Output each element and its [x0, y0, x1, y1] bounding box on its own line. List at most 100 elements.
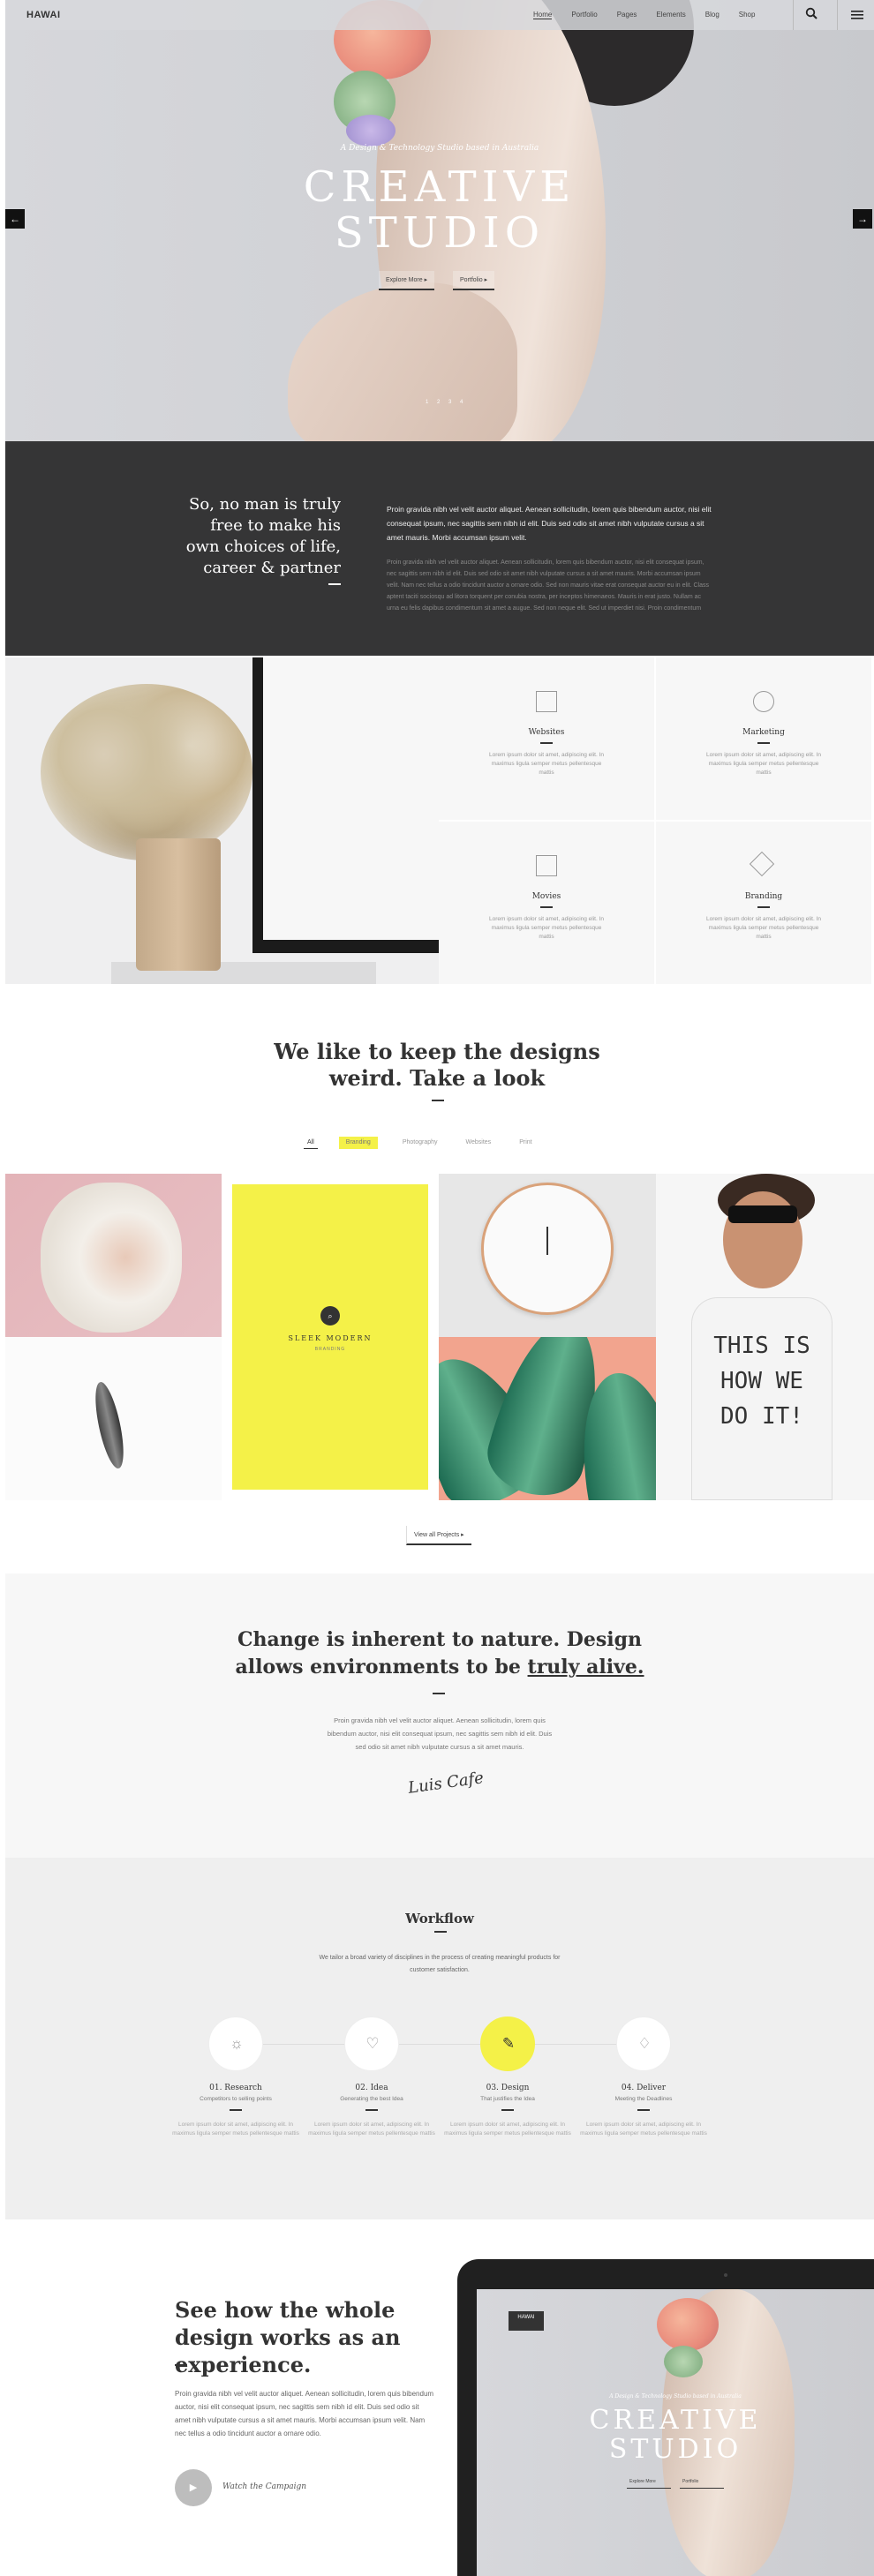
service-underline [757, 742, 770, 744]
quote-text: Proin gravida nibh vel velit auctor aliq… [327, 1716, 553, 1751]
intro-paragraph: Proin gravida nibh vel velit auctor aliq… [387, 505, 712, 542]
featured-title: SLEEK MODERN [288, 1334, 373, 1342]
service-description: Lorem ipsum dolor sit amet, adipiscing e… [488, 916, 605, 940]
hero-slider: A Design & Technology Studio based in Au… [5, 0, 874, 441]
screen-flower [657, 2298, 719, 2351]
workflow-subtitle: We tailor a broad variety of disciplines… [319, 1955, 561, 1973]
dried-flowers [41, 684, 252, 860]
nav-item-pages[interactable]: Pages [617, 11, 637, 19]
dried-flowers-photo [5, 657, 439, 984]
websites-icon [536, 691, 557, 712]
nav-item-home[interactable]: Home [533, 11, 553, 19]
filter-photography[interactable]: Photography [399, 1137, 441, 1149]
step-circle: ♢ [616, 2016, 671, 2071]
service-description: Lorem ipsum dolor sit amet, adipiscing e… [705, 916, 822, 940]
intro-heading: So, no man is truly free to make his own… [185, 495, 341, 577]
filter-branding[interactable]: Branding [338, 1137, 378, 1149]
service-title: Movies [531, 892, 561, 901]
title-underline [432, 1100, 444, 1101]
slider-dots[interactable]: 1 2 3 4 [426, 400, 466, 405]
workflow-connector-line [261, 2044, 632, 2045]
service-description: Lorem ipsum dolor sit amet, adipiscing e… [488, 752, 605, 776]
filter-all[interactable]: All [304, 1137, 318, 1149]
search-icon[interactable] [805, 7, 817, 24]
service-underline [540, 742, 553, 744]
step-description: Lorem ipsum dolor sit amet, adipiscing e… [308, 2122, 435, 2137]
quote-underline [433, 1693, 445, 1694]
heading-underline [328, 583, 341, 585]
nav-divider [837, 0, 838, 30]
portfolio-item-blonde[interactable] [5, 1174, 222, 1337]
nav-item-shop[interactable]: Shop [739, 11, 756, 19]
portfolio-title-line2: weird. Take a look [328, 1065, 546, 1091]
workflow-title: Workflow [405, 1911, 474, 1926]
picture-frame-inner [263, 657, 439, 940]
step-subtitle: Meeting the Deadlines [614, 2096, 673, 2102]
step-subtitle: Competitors to selling points [200, 2096, 272, 2102]
prev-slide-arrow-icon[interactable]: ← [5, 209, 25, 229]
play-button[interactable]: ▶ [175, 2469, 212, 2506]
service-underline [540, 906, 553, 908]
portfolio-item-leaves[interactable] [439, 1337, 656, 1500]
screen-explore-button: Explore More [627, 2476, 671, 2489]
sun-icon: ☼ [230, 2035, 244, 2052]
service-movies[interactable]: Movies Lorem ipsum dolor sit amet, adipi… [439, 822, 654, 984]
vase [136, 838, 221, 971]
screen-subtitle: A Design & Technology Studio based in Au… [609, 2393, 742, 2400]
sunglasses [728, 1205, 797, 1223]
step-title: 01. Research [209, 2084, 262, 2092]
screen-title-line2: STUDIO [608, 2434, 742, 2465]
view-all-projects-button[interactable]: View all Projects ▸ [406, 1526, 471, 1545]
hero-subtitle: A Design & Technology Studio based in Au… [340, 144, 539, 153]
nav-item-portfolio[interactable]: Portfolio [571, 11, 597, 19]
step-underline [637, 2109, 650, 2111]
filter-websites[interactable]: Websites [463, 1137, 495, 1149]
service-marketing[interactable]: Marketing Lorem ipsum dolor sit amet, ad… [656, 657, 871, 820]
intro-section: So, no man is truly free to make his own… [5, 441, 874, 656]
screen-flower [664, 2346, 703, 2377]
lightbulb-icon: ♡ [365, 2035, 380, 2052]
portfolio-item-feather[interactable] [5, 1337, 222, 1500]
hero-model-arm [288, 282, 517, 441]
step-circle-active: ✎ [480, 2016, 535, 2071]
next-slide-arrow-icon[interactable]: → [853, 209, 872, 229]
step-underline [230, 2109, 242, 2111]
quote-emphasis: truly alive. [527, 1656, 644, 1679]
screen-title: CREATIVE STUDIO [477, 2406, 874, 2464]
pencil-icon: ✎ [501, 2035, 516, 2052]
portfolio-item-clock[interactable] [439, 1174, 656, 1337]
quote-section: Change is inherent to nature. Design all… [5, 1573, 874, 1858]
portfolio-title-line1: We like to keep the designs [274, 1039, 600, 1064]
step-subtitle: That justifies the Idea [480, 2096, 535, 2102]
chat-bubble-icon [753, 691, 774, 712]
quote-title: Change is inherent to nature. Design all… [5, 1626, 874, 1681]
service-branding[interactable]: Branding Lorem ipsum dolor sit amet, adi… [656, 822, 871, 984]
signature: Luis Cafe [406, 1769, 486, 1798]
laptop-camera [724, 2273, 727, 2277]
portfolio-item-featured[interactable]: ⌕ SLEEK MODERN BRANDING [222, 1174, 439, 1500]
hamburger-menu-icon[interactable] [851, 9, 863, 25]
watch-campaign-link[interactable]: Watch the Campaign [222, 2482, 306, 2491]
portfolio-item-girl[interactable]: THIS IS HOW WE DO IT! [656, 1174, 874, 1500]
top-navigation: HAWAI Home Portfolio Pages Elements Blog… [5, 0, 874, 30]
magnifier-icon[interactable]: ⌕ [320, 1306, 340, 1326]
service-title: Branding [744, 892, 783, 901]
step-title: 04. Deliver [621, 2084, 667, 2092]
film-icon [536, 855, 557, 876]
nav-item-blog[interactable]: Blog [705, 11, 720, 19]
quote-line2: allows environments to be truly alive. [5, 1654, 874, 1681]
logo[interactable]: HAWAI [26, 10, 61, 20]
feather-image [89, 1379, 130, 1471]
service-title: Websites [528, 728, 565, 737]
filter-print[interactable]: Print [516, 1137, 535, 1149]
step-description: Lorem ipsum dolor sit amet, adipiscing e… [444, 2122, 571, 2137]
service-websites[interactable]: Websites Lorem ipsum dolor sit amet, adi… [439, 657, 654, 820]
featured-category: BRANDING [314, 1347, 346, 1352]
experience-underline [175, 2364, 187, 2366]
nav-item-elements[interactable]: Elements [656, 11, 685, 19]
explore-more-button[interactable]: Explore More ▸ [379, 271, 435, 290]
hero-title-line1: CREATIVE [303, 162, 576, 212]
laptop-mockup: HAWAI A Design & Technology Studio based… [457, 2259, 874, 2576]
portfolio-title: We like to keep the designs weird. Take … [0, 1039, 874, 1092]
portfolio-button[interactable]: Portfolio ▸ [453, 271, 495, 290]
